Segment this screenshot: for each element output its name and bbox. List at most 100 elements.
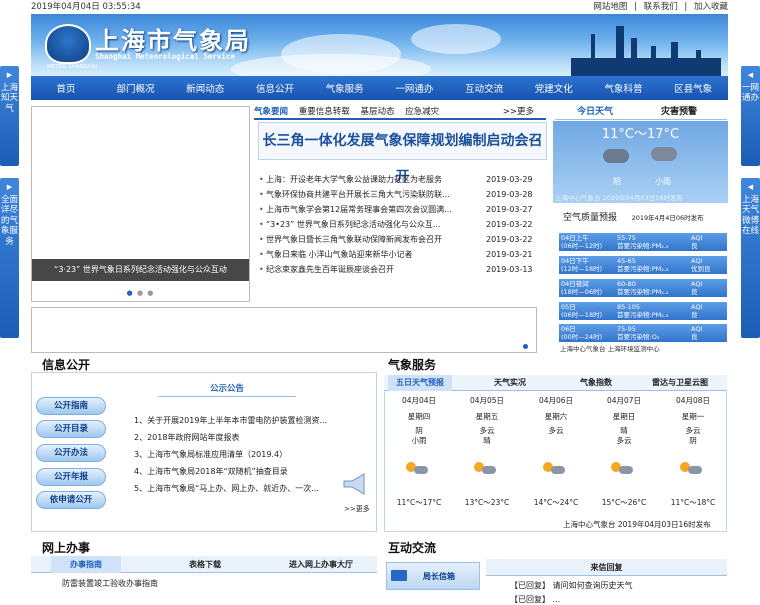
tab-indices[interactable]: 气象指数 xyxy=(580,375,612,391)
contact-link[interactable]: 联系我们 xyxy=(644,2,678,12)
arrow-left-icon: ◀ xyxy=(747,183,754,191)
banner-strip[interactable] xyxy=(31,307,537,353)
tab-today-weather[interactable]: 今日天气 xyxy=(577,104,613,120)
list-item[interactable]: 上海：开设老年大学气象公益课助力社区为老服务2019-03-29 xyxy=(258,172,548,187)
nav-party-culture[interactable]: 党建文化 xyxy=(519,81,589,95)
tab-online-hall[interactable]: 进入网上办事大厅 xyxy=(289,556,353,573)
site-title[interactable]: 上海市气象局 xyxy=(95,21,251,56)
strip-dot[interactable] xyxy=(523,344,528,349)
sitemap-link[interactable]: 网站地图 xyxy=(593,2,627,12)
news-headline[interactable]: 长三角一体化发展气象保障规划编制启动会召开 xyxy=(258,122,547,185)
tab-weather-news[interactable]: 气象要闻 xyxy=(254,107,288,117)
news-list: 上海：开设老年大学气象公益课助力社区为老服务2019-03-29 气象环保协商共… xyxy=(258,172,548,277)
emblem-caption: METEO SHANGHAI xyxy=(47,64,98,70)
side-tab-weather-service[interactable]: ▶ 全面详尽的气象服务 xyxy=(0,178,19,338)
tab-five-day[interactable]: 五日天气预报 xyxy=(388,375,452,391)
disclosure-catalog-button[interactable]: 公开目录 xyxy=(36,420,106,438)
add-favorite-link[interactable]: 加入收藏 xyxy=(694,2,728,12)
list-item[interactable]: 3、上海市气象局标准应用清单（2019.4） xyxy=(134,447,287,463)
nav-districts[interactable]: 区县气象 xyxy=(658,81,728,95)
list-item[interactable]: 2、2018年政府网站年度报表 xyxy=(134,430,239,446)
today-weather-panel: 11°C～17°C 阴 小雨 上海中心气象台 2019年04月03日16时发布 xyxy=(553,121,728,203)
mailbox-button[interactable]: 局长信箱 xyxy=(386,562,480,590)
notice-more-link[interactable]: >>更多 xyxy=(344,504,370,514)
list-item[interactable]: 气象环保协商共建平台开展长三角大气污染联防联...2019-03-28 xyxy=(258,187,548,202)
weather-issued: 上海中心气象台 2019年04月03日16时发布 xyxy=(555,194,683,202)
forecast-day: 04月04日 星期四阴 小雨 11°C～17°C xyxy=(392,396,446,508)
tab-important-info[interactable]: 重要信息转载 xyxy=(299,107,350,117)
weather-icon xyxy=(392,462,446,478)
info-section-title[interactable]: 信息公开 xyxy=(42,356,90,373)
interaction-title[interactable]: 互动交流 xyxy=(388,539,436,556)
arrow-right-icon: ▶ xyxy=(6,71,13,79)
light-rain-icon xyxy=(651,147,677,161)
aq-row: 04日夜间 (18时—06时) 60-80 首要污染物:PM₂.₅ AQI 良 xyxy=(559,279,727,297)
tab-forms[interactable]: 表格下载 xyxy=(189,556,221,573)
cond-pm: 小雨 xyxy=(655,177,671,186)
slide-dots[interactable]: ● ● ● xyxy=(32,289,249,297)
notice-title[interactable]: 公示公告 xyxy=(158,382,296,397)
nav-one-stop[interactable]: 一网通办 xyxy=(380,81,450,95)
weather-icon xyxy=(666,462,720,478)
list-item[interactable]: “3•23” 世界气象日系列纪念活动强化与公众互...2019-03-22 xyxy=(258,217,548,232)
tab-grassroots[interactable]: 基层动态 xyxy=(360,107,394,117)
megaphone-icon xyxy=(340,472,370,496)
annual-report-button[interactable]: 公开年报 xyxy=(36,468,106,486)
list-item[interactable]: 上海市气象学会第12届常务理事会第四次会议圆满...2019-03-27 xyxy=(258,202,548,217)
mail-icon xyxy=(391,570,407,581)
list-item[interactable]: 纪念束家鑫先生百年诞辰座谈会召开2019-03-13 xyxy=(258,262,548,277)
nav-interaction[interactable]: 互动交流 xyxy=(449,81,519,95)
weather-icon xyxy=(529,462,583,478)
nav-weather-service[interactable]: 气象服务 xyxy=(310,81,380,95)
forecast-day: 04月05日 星期五 多云 晴 13°C～23°C xyxy=(460,396,514,508)
online-service-title[interactable]: 网上办事 xyxy=(42,539,90,556)
forecast-issued: 上海中心气象台 2019年04月03日16时发布 xyxy=(563,520,711,529)
weather-icon xyxy=(460,462,514,478)
disclosure-guide-button[interactable]: 公开指南 xyxy=(36,397,106,415)
weather-tabs: 今日天气 灾害预警 xyxy=(555,104,727,120)
weather-service-title[interactable]: 气象服务 xyxy=(388,356,436,373)
nav-departments[interactable]: 部门概况 xyxy=(101,81,171,95)
tab-observations[interactable]: 天气实况 xyxy=(494,375,526,391)
list-item[interactable]: 【已回复】 请问如何查询历史天气 xyxy=(510,580,633,591)
news-tabs: 气象要闻 重要信息转载 基层动态 应急减灾 >>更多 xyxy=(254,104,546,120)
side-tab-weibo[interactable]: ◀ 上海天气微博在线 xyxy=(741,178,760,338)
list-item[interactable]: 4、上海市气象局2018年“双随机”抽查目录 xyxy=(134,464,288,480)
aq-row: 05日 (06时—18时) 85-105 首要污染物:PM₂.₅ AQI 良 xyxy=(559,302,727,320)
tab-guide[interactable]: 办事指南 xyxy=(51,556,121,573)
list-item[interactable]: 世界气象日暨长三角气象联动保障新闻发布会召开2019-03-22 xyxy=(258,232,548,247)
tab-emergency[interactable]: 应急减灾 xyxy=(405,107,439,117)
news-more-link[interactable]: >>更多 xyxy=(503,104,534,120)
list-item[interactable]: 5、上海市气象局“马上办、网上办、就近办、一次... xyxy=(134,481,319,497)
nav-science[interactable]: 气象科普 xyxy=(589,81,659,95)
list-item[interactable]: 1、关于开展2019年上半年本市雷电防护装置检测资... xyxy=(134,413,327,429)
aq-row: 04日上午 (06时—12时) 55-75 首要污染物:PM₂.₅ AQI 良 xyxy=(559,233,727,251)
nav-info-disclosure[interactable]: 信息公开 xyxy=(240,81,310,95)
request-disclosure-button[interactable]: 依申请公开 xyxy=(36,491,106,509)
tab-disaster-warning[interactable]: 灾害预警 xyxy=(661,104,697,120)
nav-news[interactable]: 新闻动态 xyxy=(170,81,240,95)
cond-am: 阴 xyxy=(613,177,621,186)
news-slideshow[interactable]: “3·23” 世界气象日系列纪念活动强化与公众互动 ● ● ● xyxy=(31,106,250,302)
tab-radar-satellite[interactable]: 雷达与卫星云图 xyxy=(652,375,708,391)
list-item[interactable]: 防雷装置竣工验收办事指南 xyxy=(62,578,158,589)
forecast-day: 04月06日 星期六 多云 14°C～24°C xyxy=(529,396,583,508)
today-temp: 11°C～17°C xyxy=(601,127,680,142)
forecast-tabs: 五日天气预报 天气实况 气象指数 雷达与卫星云图 xyxy=(384,375,727,391)
slide-caption[interactable]: “3·23” 世界气象日系列纪念活动强化与公众互动 xyxy=(32,259,249,281)
separator: | xyxy=(684,2,688,12)
nav-home[interactable]: 首页 xyxy=(31,81,101,95)
overcast-icon xyxy=(603,149,629,163)
letters-header[interactable]: 来信回复 xyxy=(486,559,727,576)
side-tab-one-stop[interactable]: ◀ 一网通办 xyxy=(741,66,760,166)
disclosure-rules-button[interactable]: 公开办法 xyxy=(36,444,106,462)
list-item[interactable]: 气象日来临 小洋山气象站迎来新华小记者2019-03-21 xyxy=(258,247,548,262)
top-bar: 2019年04月04日 03:55:34 网站地图 | 联系我们 | 加入收藏 xyxy=(31,0,728,14)
side-tab-know-weather[interactable]: ▶ 上海知天气 xyxy=(0,66,19,166)
aq-header: 空气质量预报 2019年4月4日06时发布 xyxy=(563,213,704,223)
aq-row: 06日 (00时—24时) 75-95 首要污染物:O₃ AQI 良 xyxy=(559,324,727,342)
arrow-left-icon: ◀ xyxy=(747,71,754,79)
separator: | xyxy=(634,2,637,12)
online-tabs: 办事指南 表格下载 进入网上办事大厅 xyxy=(31,556,377,573)
current-datetime: 2019年04月04日 03:55:34 xyxy=(31,2,141,12)
